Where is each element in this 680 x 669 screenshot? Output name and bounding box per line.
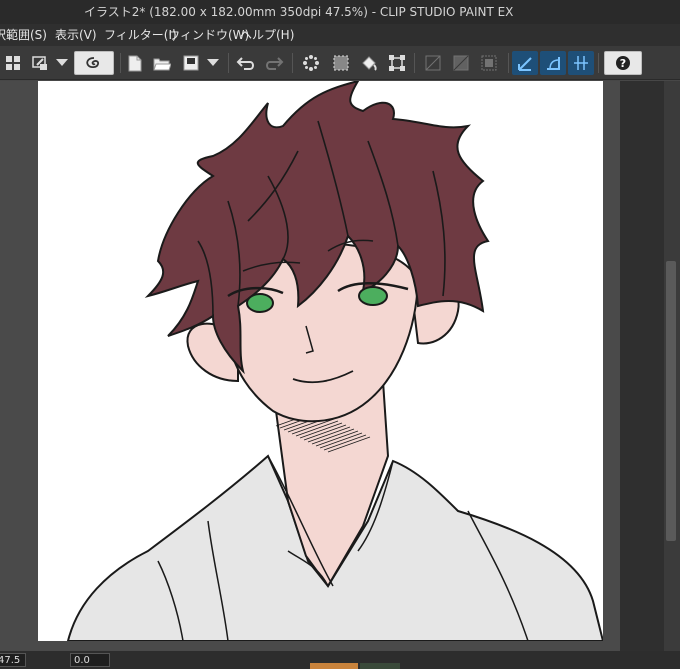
toolbar-separator bbox=[292, 53, 293, 73]
save-icon[interactable] bbox=[180, 51, 202, 75]
color-swatch bbox=[360, 663, 400, 669]
select-all-icon[interactable] bbox=[328, 51, 354, 75]
menu-filter[interactable]: フィルター(I) bbox=[104, 24, 177, 46]
svg-text:?: ? bbox=[620, 57, 626, 70]
transform-icon[interactable] bbox=[384, 51, 410, 75]
rotation-angle-field[interactable]: 0.0 bbox=[70, 653, 110, 667]
toolbar-separator bbox=[414, 53, 415, 73]
window-title: イラスト2* (182.00 x 182.00mm 350dpi 47.5%) … bbox=[84, 5, 514, 19]
dropdown-arrow-icon[interactable] bbox=[204, 51, 222, 75]
screen-mode-icon[interactable] bbox=[28, 51, 52, 75]
color-swatch bbox=[310, 663, 358, 669]
grid-icon-1[interactable] bbox=[420, 51, 446, 75]
left-eye bbox=[246, 293, 274, 313]
help-icon[interactable]: ? bbox=[604, 51, 642, 75]
menu-selection[interactable]: 選択範囲(S) bbox=[0, 24, 47, 46]
new-file-icon[interactable] bbox=[124, 51, 146, 75]
right-eye bbox=[358, 286, 388, 306]
menu-window[interactable]: ウィンドウ(W) bbox=[168, 24, 249, 46]
toolbar-separator bbox=[508, 53, 509, 73]
undo-icon[interactable] bbox=[234, 51, 258, 75]
command-bar: ? bbox=[0, 46, 680, 80]
toolbar-separator bbox=[120, 53, 121, 73]
grid-icon-2[interactable] bbox=[448, 51, 474, 75]
toolbar-separator bbox=[598, 53, 599, 73]
special-ruler-snap-icon[interactable] bbox=[540, 51, 566, 75]
canvas-workspace[interactable] bbox=[0, 81, 680, 651]
open-folder-icon[interactable] bbox=[150, 51, 174, 75]
grid-snap-icon[interactable] bbox=[568, 51, 594, 75]
workspace-margin bbox=[620, 81, 664, 651]
menu-view[interactable]: 表示(V) bbox=[55, 24, 97, 46]
menu-help[interactable]: ヘルプ(H) bbox=[240, 24, 294, 46]
dropdown-arrow-icon[interactable] bbox=[54, 51, 70, 75]
clip-studio-window: イラスト2* (182.00 x 182.00mm 350dpi 47.5%) … bbox=[0, 0, 680, 669]
drawing-canvas[interactable] bbox=[38, 81, 603, 641]
illustration-boy-in-kimono bbox=[66, 81, 603, 641]
redo-icon[interactable] bbox=[262, 51, 286, 75]
clip-studio-logo-icon[interactable] bbox=[74, 51, 114, 75]
ruler-snap-icon[interactable] bbox=[512, 51, 538, 75]
clear-selection-icon[interactable] bbox=[298, 51, 324, 75]
zoom-level-field[interactable]: 47.5 bbox=[0, 653, 26, 667]
menu-bar: 選択範囲(S) 表示(V) フィルター(I) ウィンドウ(W) ヘルプ(H) bbox=[0, 24, 680, 46]
fill-icon[interactable] bbox=[356, 51, 382, 75]
toolbar-separator bbox=[228, 53, 229, 73]
status-bar: 47.5 0.0 bbox=[0, 651, 680, 669]
grid-icon-3[interactable] bbox=[476, 51, 502, 75]
vertical-scrollbar-thumb[interactable] bbox=[666, 261, 676, 541]
title-bar: イラスト2* (182.00 x 182.00mm 350dpi 47.5%) … bbox=[0, 0, 680, 24]
layout-grid-icon[interactable] bbox=[2, 51, 24, 75]
